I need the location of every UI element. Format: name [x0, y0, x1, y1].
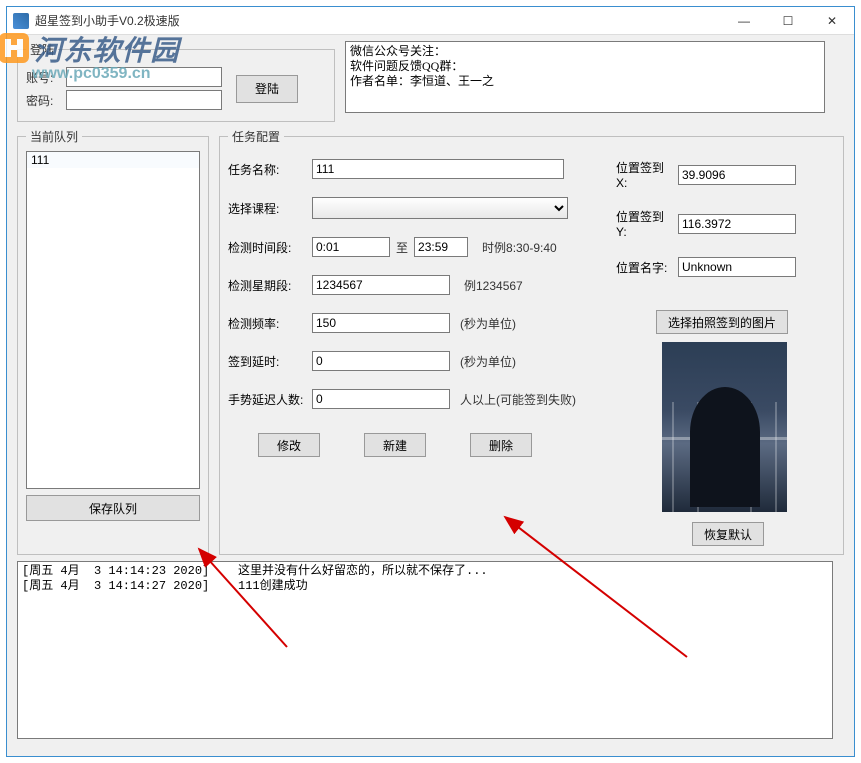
time-label: 检测时间段:: [228, 239, 306, 256]
week-label: 检测星期段:: [228, 277, 306, 294]
image-preview: [662, 342, 787, 512]
week-input[interactable]: [312, 275, 450, 295]
freq-label: 检测频率:: [228, 315, 306, 332]
gesture-input[interactable]: [312, 389, 450, 409]
pos-y-label: 位置签到Y:: [616, 208, 672, 239]
account-label: 账号:: [26, 69, 60, 86]
queue-group: 当前队列 111 保存队列: [17, 128, 209, 555]
info-box[interactable]: [345, 41, 825, 113]
task-group: 任务配置 任务名称: 选择课程:: [219, 128, 844, 555]
freq-hint: (秒为单位): [460, 315, 516, 332]
pos-y-input[interactable]: [678, 214, 796, 234]
login-group: 登陆 账号: 密码: 登陆: [17, 41, 335, 122]
account-input[interactable]: [66, 67, 222, 87]
log-output[interactable]: [17, 561, 833, 739]
titlebar[interactable]: 超星签到小助手V0.2极速版 — ☐ ✕: [7, 7, 854, 35]
time-hint: 时例8:30-9:40: [482, 239, 557, 256]
pos-x-label: 位置签到X:: [616, 159, 672, 190]
pos-name-label: 位置名字:: [616, 259, 672, 276]
time-from-input[interactable]: [312, 237, 390, 257]
restore-default-button[interactable]: 恢复默认: [692, 522, 764, 546]
week-hint: 例1234567: [464, 277, 523, 294]
close-button[interactable]: ✕: [810, 7, 854, 35]
password-input[interactable]: [66, 90, 222, 110]
task-name-label: 任务名称:: [228, 161, 306, 178]
task-name-input[interactable]: [312, 159, 564, 179]
choose-image-button[interactable]: 选择拍照签到的图片: [656, 310, 788, 334]
modify-button[interactable]: 修改: [258, 433, 320, 457]
minimize-button[interactable]: —: [722, 7, 766, 35]
time-to-label: 至: [396, 239, 408, 256]
queue-legend: 当前队列: [26, 128, 82, 145]
save-queue-button[interactable]: 保存队列: [26, 495, 200, 521]
gesture-label: 手势延迟人数:: [228, 391, 306, 408]
app-window: 超星签到小助手V0.2极速版 — ☐ ✕ 河东软件园 www.pc0359.cn…: [6, 6, 855, 757]
maximize-button[interactable]: ☐: [766, 7, 810, 35]
login-legend: 登陆: [26, 41, 58, 58]
pos-name-input[interactable]: [678, 257, 796, 277]
delay-hint: (秒为单位): [460, 353, 516, 370]
new-button[interactable]: 新建: [364, 433, 426, 457]
time-to-input[interactable]: [414, 237, 468, 257]
gesture-hint: 人以上(可能签到失败): [460, 391, 576, 408]
freq-input[interactable]: [312, 313, 450, 333]
password-label: 密码:: [26, 92, 60, 109]
delay-label: 签到延时:: [228, 353, 306, 370]
course-label: 选择课程:: [228, 200, 306, 217]
login-button[interactable]: 登陆: [236, 75, 298, 103]
delete-button[interactable]: 删除: [470, 433, 532, 457]
queue-listbox[interactable]: 111: [26, 151, 200, 489]
pos-x-input[interactable]: [678, 165, 796, 185]
list-item[interactable]: 111: [27, 152, 199, 168]
window-title: 超星签到小助手V0.2极速版: [35, 12, 722, 29]
app-icon: [13, 13, 29, 29]
task-legend: 任务配置: [228, 128, 284, 145]
delay-input[interactable]: [312, 351, 450, 371]
course-select[interactable]: [312, 197, 568, 219]
